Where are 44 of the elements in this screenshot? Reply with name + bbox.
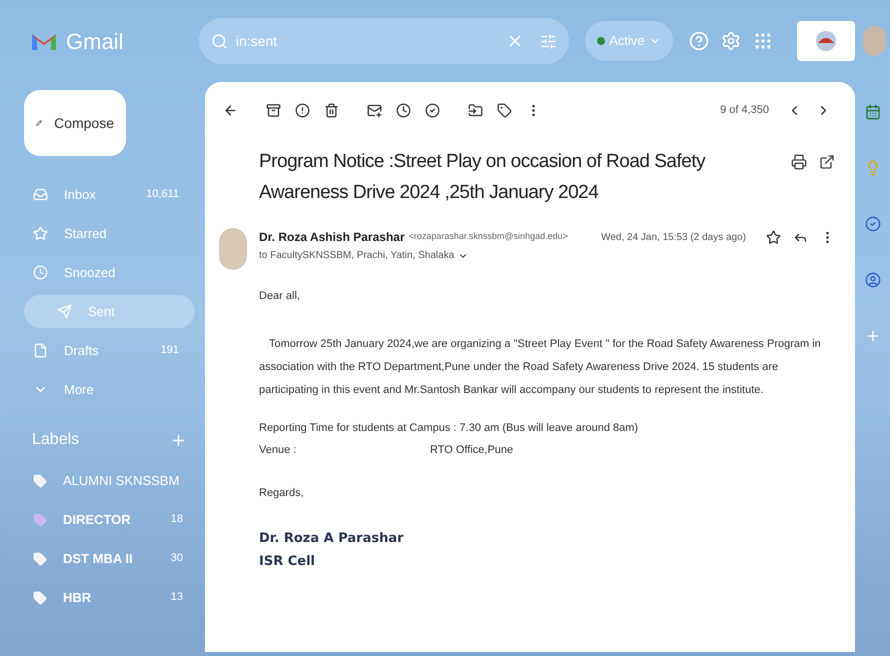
status-button[interactable]: Active (585, 21, 673, 61)
closing: Regards, (259, 486, 305, 500)
labels-heading: Labels (32, 430, 80, 450)
venue-value: RTO Office,Pune (430, 443, 514, 458)
reporting-time: Reporting Time for students at Campus : 7.30 am (Bus will leave around 8am) (259, 420, 640, 436)
sender-address: <rozaparashar.sknssbm@sinhgad.edu> (408, 230, 568, 244)
sender-avatar (219, 228, 247, 270)
nav-item[interactable]: More (0, 373, 195, 406)
email-subject: Program Notice :Street Play on occasion of Road Safety Awareness Drive 2024 ,25th January 2024 (259, 150, 706, 205)
clock-icon (33, 265, 48, 280)
print-icon[interactable] (791, 154, 807, 170)
calendar-icon[interactable] (864, 104, 880, 120)
compose-button[interactable]: Compose (24, 90, 126, 156)
search-value: in:sent (236, 32, 278, 50)
label-item[interactable]: ALUMNI SKNSSBM (0, 464, 205, 497)
recipients: to FacultySKNSSBM, Prachi, Yatin, Shalaka (259, 249, 454, 263)
body-paragraph: Tomorrow 25th January 2024,we are organizing a "Street Play Event " for the Road Safety Awareness Program in association with the RTO Department,Pune under the Road Safety Awareness Drive 2024. 15 students are participating in this event and Mr.Santosh Bankar will accompany our students to represent the institute. (259, 336, 822, 398)
new-window-icon[interactable] (819, 154, 835, 170)
contacts-icon[interactable] (864, 272, 880, 288)
signature-line: Dr. Roza A Parashar (259, 530, 405, 548)
label-item[interactable]: HBR 13 (0, 581, 205, 614)
email-date: Wed, 24 Jan, 15:53 (2 days ago) (601, 230, 746, 244)
star-icon[interactable] (766, 230, 781, 244)
nav-item[interactable]: Starred (0, 217, 195, 250)
sender-name: Dr. Roza Ashish Parashar (259, 229, 405, 246)
app-name: Gmail (66, 28, 124, 56)
nav-item[interactable]: Inbox 10,611 (0, 178, 195, 211)
signature-line: ISR Cell (259, 553, 316, 571)
message-position: 9 of 4,350 (720, 102, 769, 118)
search-icon (210, 32, 228, 50)
venue-label: Venue : (259, 443, 298, 458)
nav-item[interactable]: Snoozed (0, 256, 195, 289)
file-icon (33, 343, 48, 358)
nav-item[interactable]: Drafts 191 (0, 334, 195, 367)
label-item[interactable]: DST MBA II 30 (0, 542, 205, 575)
star-icon (33, 226, 48, 241)
filter-icon (540, 32, 558, 50)
nav-item[interactable]: Sent (24, 295, 195, 328)
greeting: Dear all, (259, 289, 301, 304)
organization-logo (796, 21, 856, 61)
send-icon (57, 304, 72, 319)
search-field[interactable]: in:sent (198, 18, 570, 64)
label-item[interactable]: DIRECTOR 18 (0, 503, 205, 536)
inbox-icon (33, 187, 48, 202)
